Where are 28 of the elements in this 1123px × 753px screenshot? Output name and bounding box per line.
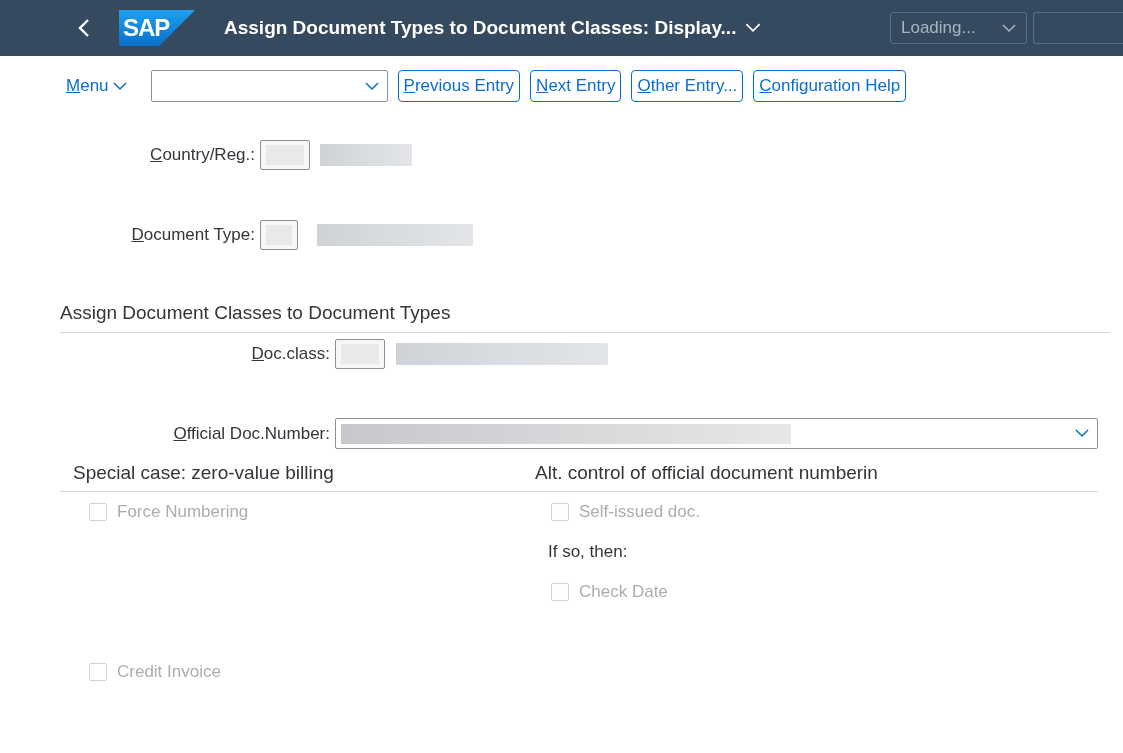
chevron-down-icon[interactable] <box>745 23 762 33</box>
chevron-down-icon <box>1075 429 1089 438</box>
next-entry-button[interactable]: Next Entry <box>530 70 622 102</box>
dropdown-field[interactable] <box>335 418 1098 449</box>
chevron-down-icon <box>112 81 127 91</box>
other-entry-button[interactable]: Other Entry... <box>631 70 744 102</box>
previous-entry-button[interactable]: Previous Entry <box>397 70 521 102</box>
field-label: Document Type: <box>130 225 255 245</box>
group-title: Alt. control of official document numberin <box>535 462 879 484</box>
shell-field[interactable] <box>1033 12 1123 44</box>
chevron-down-icon <box>364 81 379 91</box>
logo[interactable]: SAP <box>119 10 195 46</box>
hint-text: If so, then: <box>548 542 629 562</box>
field-label: Doc.class: <box>250 344 330 364</box>
chevron-down-icon <box>1002 23 1016 33</box>
dropdown-field[interactable] <box>150 70 388 102</box>
field-label: Country/Reg.: <box>149 145 255 165</box>
section-title: Assign Document Classes to Document Types <box>60 302 1110 333</box>
input-field[interactable] <box>260 220 298 250</box>
window-title: Assign Document Types to Document Classes: Display... <box>224 17 737 39</box>
status-dropdown[interactable]: Loading... <box>890 12 1027 44</box>
input-field[interactable] <box>335 339 385 369</box>
configuration-help-button[interactable]: Configuration Help <box>753 70 907 102</box>
input-field[interactable] <box>260 140 310 170</box>
chevron-left-icon <box>78 18 90 38</box>
menu-button[interactable]: Menu <box>66 76 127 96</box>
group-title: Special case: zero-value billing <box>72 462 335 484</box>
field-label: Official Doc.Number: <box>172 423 330 444</box>
